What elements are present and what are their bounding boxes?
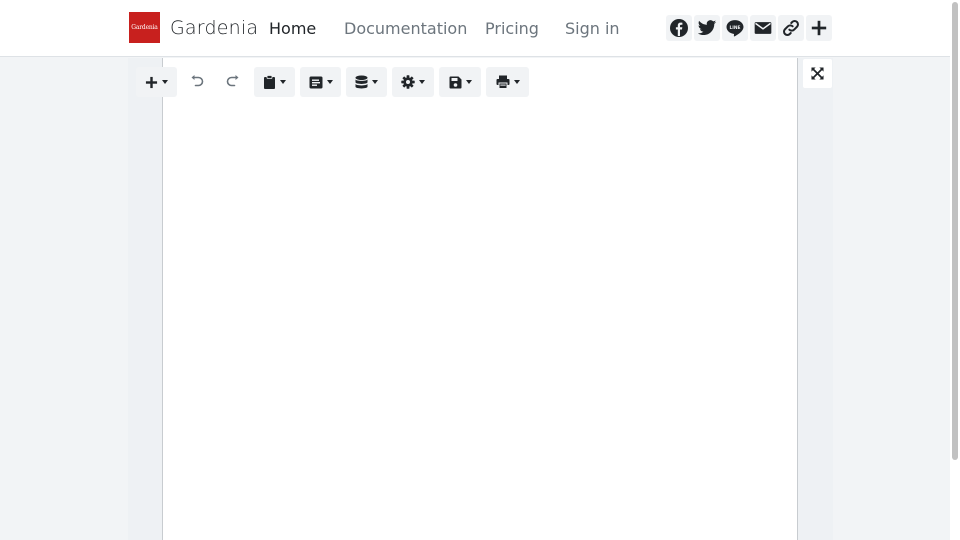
print-icon <box>496 75 509 89</box>
undo-icon <box>191 75 204 87</box>
share-more-button[interactable] <box>806 15 832 41</box>
redo-icon <box>226 75 239 87</box>
chevron-down-icon <box>372 80 378 84</box>
facebook-icon <box>670 19 688 37</box>
chevron-down-icon <box>513 80 520 84</box>
gear-icon <box>401 75 415 89</box>
share-copy-link-button[interactable] <box>778 15 804 41</box>
chevron-down-icon <box>326 80 333 84</box>
save-icon <box>449 76 461 88</box>
svg-text:LINE: LINE <box>730 25 741 31</box>
save-menu-button[interactable] <box>439 67 481 97</box>
fullscreen-button[interactable] <box>803 59 832 88</box>
clipboard-icon <box>264 75 275 89</box>
database-icon <box>355 75 368 88</box>
twitter-icon <box>697 20 717 36</box>
data-menu-button[interactable] <box>346 67 387 97</box>
brand-logo: Gardenia <box>129 12 160 43</box>
document-icon <box>309 76 322 88</box>
top-navbar: Gardenia Gardenia Home Documentation Pri… <box>0 0 960 57</box>
redo-button[interactable] <box>218 67 248 97</box>
share-facebook-button[interactable] <box>666 15 692 41</box>
plus-icon <box>811 20 827 36</box>
document-menu-button[interactable] <box>300 67 341 97</box>
line-icon: LINE <box>726 20 744 37</box>
nav-home[interactable]: Home <box>269 0 316 57</box>
page-scrollbar[interactable] <box>950 0 960 540</box>
clipboard-menu-button[interactable] <box>254 67 295 97</box>
nav-documentation[interactable]: Documentation <box>344 0 467 57</box>
brand-logo-text: Gardenia <box>131 24 158 31</box>
link-icon <box>783 20 799 36</box>
undo-button[interactable] <box>182 67 212 97</box>
chevron-down-icon <box>280 80 286 84</box>
share-email-button[interactable] <box>750 15 776 41</box>
print-menu-button[interactable] <box>486 67 529 97</box>
expand-icon <box>811 67 824 80</box>
share-line-button[interactable]: LINE <box>722 15 748 41</box>
brand-name: Gardenia <box>170 16 259 39</box>
nav-pricing[interactable]: Pricing <box>485 0 539 57</box>
nav-sign-in[interactable]: Sign in <box>565 0 620 57</box>
plus-icon <box>145 76 158 88</box>
chevron-down-icon <box>162 80 168 84</box>
scrollbar-thumb[interactable] <box>952 2 958 460</box>
document-page[interactable] <box>162 58 798 540</box>
email-icon <box>754 22 772 34</box>
settings-menu-button[interactable] <box>392 67 434 97</box>
chevron-down-icon <box>419 80 425 84</box>
chevron-down-icon <box>465 80 472 84</box>
brand-link[interactable]: Gardenia Gardenia <box>129 12 258 43</box>
insert-menu-button[interactable] <box>136 67 177 97</box>
share-twitter-button[interactable] <box>694 15 720 41</box>
